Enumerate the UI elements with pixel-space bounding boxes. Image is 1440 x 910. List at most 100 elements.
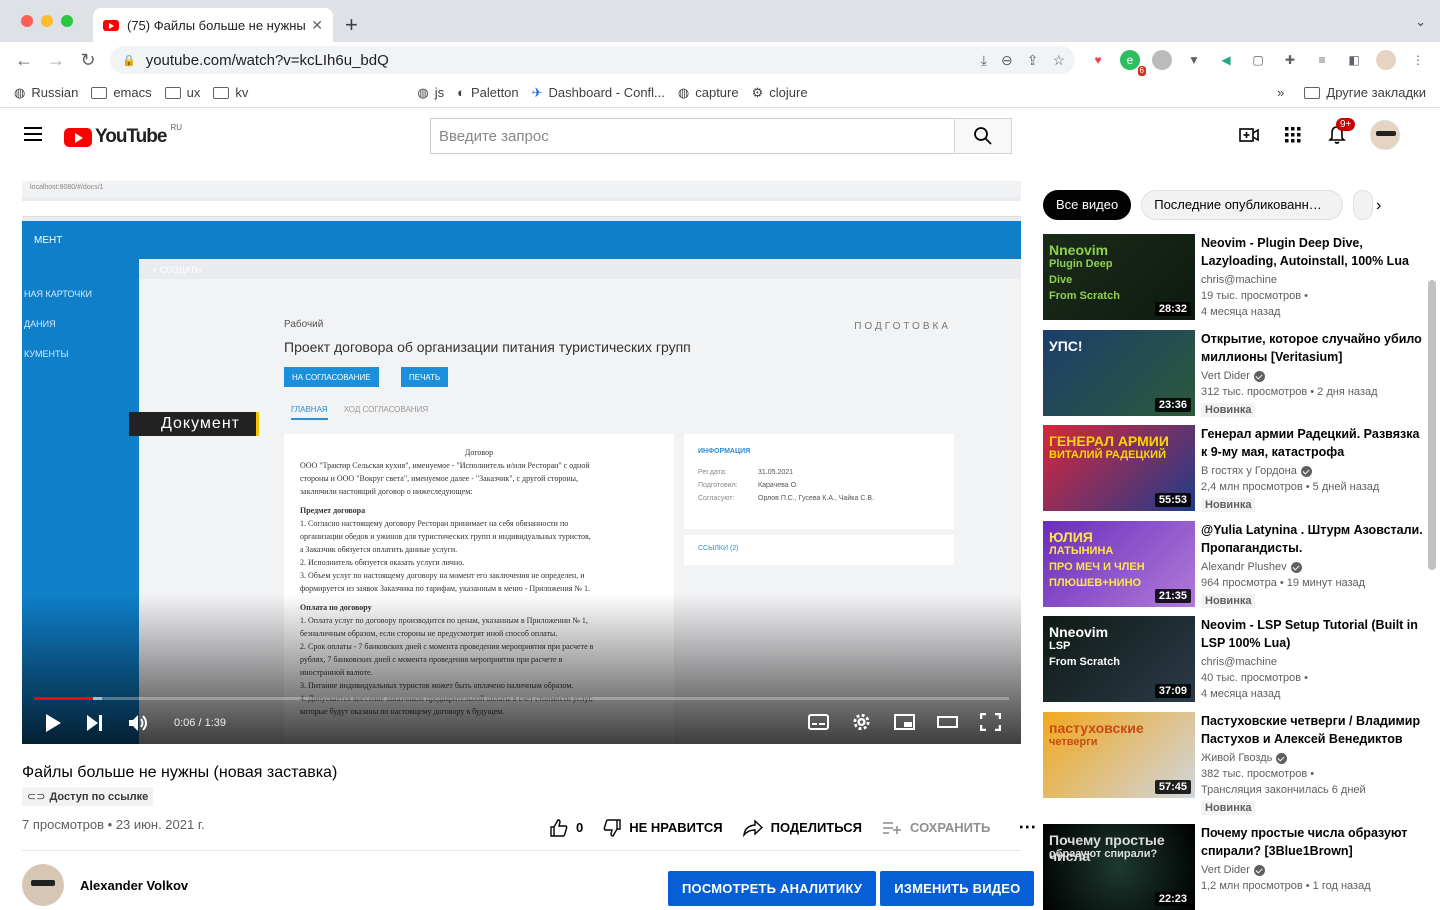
minimize-window-button[interactable] xyxy=(41,15,53,27)
bookmark-folder-ux[interactable]: ux xyxy=(164,85,200,100)
tab-search-button[interactable]: ⌄ xyxy=(1415,14,1426,30)
side-panel-icon[interactable]: ◧ xyxy=(1344,50,1364,70)
browser-tab-active[interactable]: (75) Файлы больше не нужны (новая застав… xyxy=(93,8,333,42)
video-title[interactable]: Пастуховские четверги / Владимир Пастухо… xyxy=(1201,712,1423,748)
pocket-icon[interactable]: ♥ xyxy=(1088,50,1108,70)
install-icon[interactable]: ⤓ xyxy=(981,52,987,69)
channel-name[interactable]: Живой Гвоздь xyxy=(1201,752,1272,764)
view-analytics-button[interactable]: ПОСМОТРЕТЬ АНАЛИТИКУ xyxy=(668,871,877,906)
forward-button[interactable]: → xyxy=(40,50,72,71)
bookmark-folder-kv[interactable]: kv xyxy=(213,85,248,100)
video-meta: Пастуховские четверги / Владимир Пастухо… xyxy=(1201,712,1423,816)
back-button[interactable]: ← xyxy=(8,50,40,71)
video-thumbnail[interactable]: пастуховские четверги 57:45 xyxy=(1043,712,1195,798)
address-bar[interactable]: 🔒 youtube.com/watch?v=kcLIh6u_bdQ ⤓ ⊖ ⇪ … xyxy=(110,46,1075,74)
bookmark-capture[interactable]: ◍ capture xyxy=(678,85,739,101)
miniplayer-icon[interactable] xyxy=(894,714,915,730)
channel-name[interactable]: Vert Dider xyxy=(1201,370,1250,382)
player-controls-right xyxy=(808,712,1001,732)
subtitles-icon[interactable] xyxy=(808,714,829,730)
channel-name[interactable]: chris@machine xyxy=(1201,656,1277,668)
recommendation-card[interactable]: Nneovim Plugin Deep Dive From Scratch 28:32 N… xyxy=(1043,234,1423,320)
next-icon[interactable] xyxy=(86,714,104,732)
play-icon[interactable] xyxy=(44,713,62,733)
channel-name[interactable]: Alexander Volkov xyxy=(80,878,188,893)
create-video-icon[interactable] xyxy=(1238,124,1260,146)
evernote-icon[interactable]: e6 xyxy=(1120,50,1146,76)
chip-more[interactable] xyxy=(1353,190,1374,220)
video-title[interactable]: Генерал армии Радецкий. Развязка к 9-му … xyxy=(1201,425,1423,461)
bookmark-js[interactable]: ◍ js xyxy=(417,85,444,101)
tab-close-icon[interactable]: ✕ xyxy=(311,17,323,34)
video-title[interactable]: Neovim - Plugin Deep Dive, Lazyloading, … xyxy=(1201,234,1423,270)
other-bookmarks[interactable]: » Другие закладки xyxy=(1277,85,1426,100)
channel-name[interactable]: Alexandr Plushev xyxy=(1201,561,1287,573)
save-button[interactable]: СОХРАНИТЬ xyxy=(882,820,990,836)
extensions-puzzle-icon[interactable]: ✚ xyxy=(1280,50,1300,70)
maximize-window-button[interactable] xyxy=(61,15,73,27)
more-actions-icon[interactable]: ⋯ xyxy=(1018,817,1037,838)
share-button[interactable]: ПОДЕЛИТЬСЯ xyxy=(742,818,862,837)
chip-recently-uploaded[interactable]: Последние опубликованные видео xyxy=(1141,190,1344,220)
search-button[interactable] xyxy=(954,118,1012,154)
edit-video-button[interactable]: ИЗМЕНИТЬ ВИДЕО xyxy=(880,871,1035,906)
progress-bar[interactable] xyxy=(34,697,1009,700)
bookmark-russian[interactable]: ◍ Russian xyxy=(14,85,78,101)
recommendation-card[interactable]: УПС! 23:36 Открытие, которое случайно убил… xyxy=(1043,330,1423,417)
account-avatar[interactable] xyxy=(1370,120,1400,150)
notifications-button[interactable]: 9+ xyxy=(1326,118,1356,146)
reading-list-icon[interactable]: ≡ xyxy=(1312,50,1332,70)
like-button[interactable]: 0 xyxy=(550,818,583,837)
extension-icon-2[interactable] xyxy=(1152,50,1172,70)
channel-name[interactable]: chris@machine xyxy=(1201,274,1277,286)
bookmark-star-icon[interactable]: ☆ xyxy=(1052,52,1065,69)
video-thumbnail[interactable]: ЮЛИЯ ЛАТЫНИНА ПРО МЕЧ И ЧЛЕН ПЛЮШЕВ+НИНО 21:… xyxy=(1043,521,1195,607)
browser-menu-icon[interactable]: ⋮ xyxy=(1408,50,1428,70)
chevron-right-icon[interactable]: › xyxy=(1376,197,1381,215)
extension-icon-3[interactable]: ▼ xyxy=(1184,50,1204,70)
share-icon[interactable]: ⇪ xyxy=(1027,52,1039,69)
screenshot-icon[interactable]: ▢ xyxy=(1248,50,1268,70)
page-scrollbar[interactable] xyxy=(1428,280,1436,570)
frame-approve-button: НА СОГЛАСОВАНИЕ xyxy=(284,367,379,387)
reload-button[interactable]: ↻ xyxy=(72,50,104,71)
recommendation-card[interactable]: пастуховские четверги 57:45 Пастуховские че… xyxy=(1043,712,1423,815)
search-input[interactable] xyxy=(430,118,954,154)
video-title[interactable]: Neovim - LSP Setup Tutorial (Built in LS… xyxy=(1201,616,1423,652)
video-title[interactable]: Почему простые числа образуют спирали? [… xyxy=(1201,824,1423,860)
recommendation-card[interactable]: Почему простые числа образуют спирали? 22:… xyxy=(1043,824,1423,910)
youtube-logo[interactable]: YouTube RU xyxy=(64,123,182,148)
bookmark-folder-emacs[interactable]: emacs xyxy=(91,85,152,100)
video-thumbnail[interactable]: УПС! 23:36 xyxy=(1043,330,1195,416)
video-title[interactable]: @Yulia Latynina . Штурм Азовстали. Пропа… xyxy=(1201,521,1423,557)
video-duration: 28:32 xyxy=(1154,302,1191,316)
apps-grid-icon[interactable] xyxy=(1282,124,1304,146)
profile-avatar-icon[interactable] xyxy=(1376,50,1396,70)
video-title[interactable]: Открытие, которое случайно убило миллион… xyxy=(1201,330,1423,366)
bookmark-paletton[interactable]: ◐ Paletton xyxy=(457,85,519,100)
volume-icon[interactable] xyxy=(128,713,150,733)
settings-gear-icon[interactable] xyxy=(851,712,872,732)
video-thumbnail[interactable]: ГЕНЕРАЛ АРМИИ ВИТАЛИЙ РАДЕЦКИЙ 55:53 xyxy=(1043,425,1195,511)
fullscreen-icon[interactable] xyxy=(980,713,1001,731)
video-player[interactable]: localhost:8080/#/docs/1 МЕНТ НАЯ КАРТОЧК… xyxy=(22,181,1021,744)
dislike-button[interactable]: НЕ НРАВИТСЯ xyxy=(603,818,723,837)
close-window-button[interactable] xyxy=(21,15,33,27)
video-thumbnail[interactable]: Почему простые числа образуют спирали? 22:… xyxy=(1043,824,1195,910)
menu-icon[interactable] xyxy=(24,127,42,145)
recommendation-card[interactable]: ЮЛИЯ ЛАТЫНИНА ПРО МЕЧ И ЧЛЕН ПЛЮШЕВ+НИНО 21:… xyxy=(1043,521,1423,608)
theater-mode-icon[interactable] xyxy=(937,714,958,730)
channel-name[interactable]: В гостях у Гордона xyxy=(1201,465,1297,477)
chip-all-videos[interactable]: Все видео xyxy=(1043,190,1132,220)
video-thumbnail[interactable]: Nneovim LSP From Scratch 37:09 xyxy=(1043,616,1195,702)
video-thumbnail[interactable]: Nneovim Plugin Deep Dive From Scratch 28:32 xyxy=(1043,234,1195,320)
new-tab-button[interactable]: + xyxy=(345,12,358,38)
bookmark-clojure[interactable]: ⚙ clojure xyxy=(752,85,808,101)
channel-name[interactable]: Vert Dider xyxy=(1201,864,1250,876)
recommendation-card[interactable]: Nneovim LSP From Scratch 37:09 Neovim - LSP … xyxy=(1043,616,1423,702)
recommendation-card[interactable]: ГЕНЕРАЛ АРМИИ ВИТАЛИЙ РАДЕЦКИЙ 55:53 Генера… xyxy=(1043,425,1423,512)
zoom-icon[interactable]: ⊖ xyxy=(1001,52,1013,69)
extension-icon-4[interactable]: ◀ xyxy=(1216,50,1236,70)
bookmark-confluence[interactable]: ✈ Dashboard - Confl... xyxy=(532,85,665,101)
globe-icon: ◍ xyxy=(677,84,690,100)
